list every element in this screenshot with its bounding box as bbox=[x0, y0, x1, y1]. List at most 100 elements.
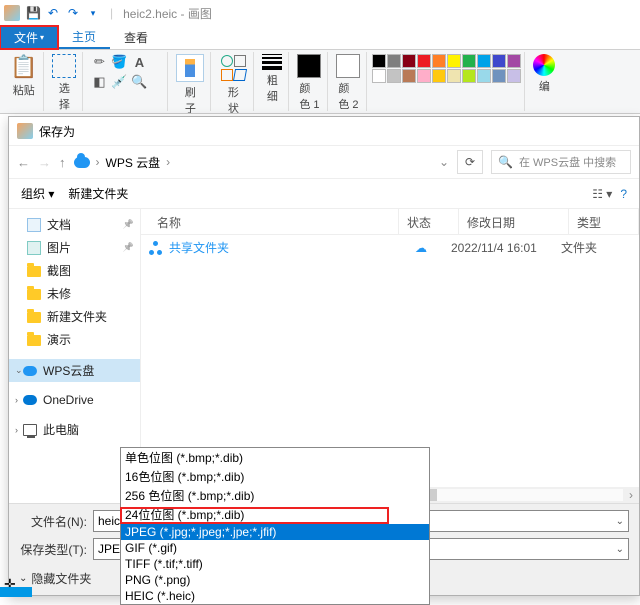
tree-wps-cloud[interactable]: ⌄WPS云盘 bbox=[9, 359, 140, 382]
savetype-dropdown: 单色位图 (*.bmp;*.dib) 16色位图 (*.bmp;*.dib) 2… bbox=[120, 447, 430, 605]
palette-color[interactable] bbox=[387, 69, 401, 83]
search-input[interactable]: 🔍 在 WPS云盘 中搜索 bbox=[491, 150, 631, 174]
format-option-bmp-mono[interactable]: 单色位图 (*.bmp;*.dib) bbox=[121, 448, 429, 467]
tree-demo[interactable]: 演示 bbox=[9, 328, 140, 351]
filename-label: 文件名(N): bbox=[19, 513, 87, 530]
edit-colors-group: 编 bbox=[527, 52, 561, 111]
format-option-bmp-24[interactable]: 24位位图 (*.bmp;*.dib) bbox=[121, 505, 429, 524]
palette-color[interactable] bbox=[402, 69, 416, 83]
palette-color[interactable] bbox=[372, 69, 386, 83]
color-wheel-icon bbox=[533, 54, 555, 76]
format-option-bmp-16[interactable]: 16色位图 (*.bmp;*.dib) bbox=[121, 467, 429, 486]
tree-screenshots[interactable]: 截图 bbox=[9, 259, 140, 282]
new-folder-button[interactable]: 新建文件夹 bbox=[68, 185, 128, 202]
tree-thispc[interactable]: ›此电脑 bbox=[9, 418, 140, 441]
share-folder-icon bbox=[149, 241, 163, 255]
nav-up-icon[interactable]: ↑ bbox=[59, 155, 66, 170]
thickness-group: 粗 细 bbox=[256, 52, 289, 111]
palette-color[interactable] bbox=[507, 69, 521, 83]
chevron-down-icon[interactable]: ⌄ bbox=[616, 544, 624, 555]
ribbon: 📋粘贴 选 择 ✏ 🪣 A ◧ 💉 🔍 刷 子 形 状 粗 细 颜 色 1 颜 … bbox=[0, 50, 640, 114]
format-option-png[interactable]: PNG (*.png) bbox=[121, 572, 429, 588]
palette-color[interactable] bbox=[462, 69, 476, 83]
palette-color[interactable] bbox=[372, 54, 386, 68]
clipboard-group: 📋粘贴 bbox=[4, 52, 44, 111]
color2-group: 颜 色 2 bbox=[330, 52, 367, 111]
palette-color[interactable] bbox=[432, 69, 446, 83]
select-button[interactable]: 选 择 bbox=[52, 54, 76, 112]
nav-forward-icon[interactable]: → bbox=[38, 155, 51, 170]
shapes-button[interactable]: 形 状 bbox=[219, 54, 247, 114]
bucket-icon[interactable]: 🪣 bbox=[111, 54, 127, 70]
paint-app-icon bbox=[17, 123, 33, 139]
paste-button[interactable]: 📋粘贴 bbox=[10, 54, 37, 98]
chevron-down-icon[interactable]: ⌄ bbox=[439, 155, 449, 169]
thickness-button[interactable]: 粗 细 bbox=[262, 54, 282, 104]
brushes-button[interactable]: 刷 子 bbox=[176, 54, 204, 114]
picker-icon[interactable]: 💉 bbox=[111, 74, 127, 90]
palette-color[interactable] bbox=[432, 54, 446, 68]
palette-color[interactable] bbox=[507, 54, 521, 68]
tab-home[interactable]: 主页 bbox=[58, 26, 110, 49]
dialog-title: 保存为 bbox=[39, 123, 75, 140]
palette-color[interactable] bbox=[387, 54, 401, 68]
breadcrumb[interactable]: › WPS 云盘 › ⌄ bbox=[74, 154, 450, 171]
eraser-icon[interactable]: ◧ bbox=[91, 74, 107, 90]
cloud-status-icon: ☁ bbox=[391, 241, 451, 255]
palette-color[interactable] bbox=[447, 69, 461, 83]
edit-colors-button[interactable]: 编 bbox=[533, 54, 555, 94]
format-option-gif[interactable]: GIF (*.gif) bbox=[121, 540, 429, 556]
brush-icon bbox=[176, 54, 204, 82]
palette-color[interactable] bbox=[417, 69, 431, 83]
palette-color[interactable] bbox=[462, 54, 476, 68]
list-header[interactable]: 名称 状态 修改日期 类型 bbox=[141, 209, 639, 235]
format-option-jpeg[interactable]: JPEG (*.jpg;*.jpeg;*.jpe;*.jfif) bbox=[121, 524, 429, 540]
palette-color[interactable] bbox=[492, 54, 506, 68]
nav-back-icon[interactable]: ← bbox=[17, 155, 30, 170]
help-icon[interactable]: ? bbox=[620, 187, 627, 201]
format-option-tiff[interactable]: TIFF (*.tif;*.tiff) bbox=[121, 556, 429, 572]
list-item[interactable]: 共享文件夹 ☁ 2022/11/4 16:01 文件夹 bbox=[141, 235, 639, 260]
format-option-heic[interactable]: HEIC (*.heic) bbox=[121, 588, 429, 604]
cloud-icon bbox=[74, 157, 90, 168]
chevron-down-icon[interactable]: ⌄ bbox=[616, 516, 624, 527]
organize-button[interactable]: 组织 ▾ bbox=[21, 185, 54, 202]
dialog-toolbar: 组织 ▾ 新建文件夹 ☷ ▾ ? bbox=[9, 179, 639, 209]
chevron-down-icon: ⌄ bbox=[19, 573, 27, 584]
quick-access-toolbar: 💾 ↶ ↷ ▾ bbox=[26, 6, 100, 20]
tab-file[interactable]: 文件 bbox=[0, 26, 58, 49]
palette-group bbox=[369, 52, 525, 111]
color1-button[interactable]: 颜 色 1 bbox=[297, 54, 321, 112]
save-icon[interactable]: 💾 bbox=[26, 6, 40, 20]
qat-dropdown-icon[interactable]: ▾ bbox=[86, 8, 100, 19]
text-icon[interactable]: A bbox=[131, 54, 147, 70]
shapes-group: 形 状 bbox=[213, 52, 254, 111]
tree-onedrive[interactable]: ›OneDrive bbox=[9, 390, 140, 410]
ribbon-tabs: 文件 主页 查看 bbox=[0, 26, 640, 50]
format-option-bmp-256[interactable]: 256 色位图 (*.bmp;*.dib) bbox=[121, 486, 429, 505]
color2-button[interactable]: 颜 色 2 bbox=[336, 54, 360, 112]
tree-untitled[interactable]: 未修 bbox=[9, 282, 140, 305]
tab-view[interactable]: 查看 bbox=[110, 26, 162, 49]
palette-color[interactable] bbox=[477, 69, 491, 83]
undo-icon[interactable]: ↶ bbox=[46, 6, 60, 20]
color-palette[interactable] bbox=[372, 54, 521, 83]
tree-newfolder[interactable]: 新建文件夹 bbox=[9, 305, 140, 328]
palette-color[interactable] bbox=[492, 69, 506, 83]
pencil-icon[interactable]: ✏ bbox=[91, 54, 107, 70]
paint-app-icon bbox=[4, 5, 20, 21]
tree-pictures[interactable]: 图片 bbox=[9, 236, 140, 259]
title-bar: 💾 ↶ ↷ ▾ | heic2.heic - 画图 bbox=[0, 0, 640, 26]
palette-color[interactable] bbox=[447, 54, 461, 68]
redo-icon[interactable]: ↷ bbox=[66, 6, 80, 20]
document-title: heic2.heic - 画图 bbox=[123, 5, 212, 22]
thickness-icon bbox=[262, 54, 282, 70]
zoom-icon[interactable]: 🔍 bbox=[131, 74, 147, 90]
palette-color[interactable] bbox=[402, 54, 416, 68]
view-options-button[interactable]: ☷ ▾ bbox=[592, 187, 612, 201]
select-group: 选 择 bbox=[46, 52, 83, 111]
palette-color[interactable] bbox=[417, 54, 431, 68]
refresh-button[interactable]: ⟳ bbox=[457, 150, 483, 174]
palette-color[interactable] bbox=[477, 54, 491, 68]
tree-documents[interactable]: 文档 bbox=[9, 213, 140, 236]
